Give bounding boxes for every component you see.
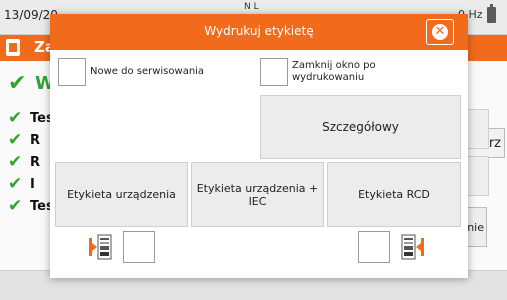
close-after-print-checkbox[interactable] [260, 58, 288, 86]
label-print-icon [401, 234, 424, 260]
list-item: ✔ R [8, 152, 41, 172]
device-iec-label-button[interactable]: Etykieta urządzenia + IEC [191, 162, 324, 227]
detailed-button[interactable]: Szczegółowy [260, 95, 461, 159]
status-nl: N L [244, 2, 259, 12]
left-label-checkbox[interactable] [123, 231, 155, 263]
print-label-dialog: Wydrukuj etykietę ✕ Nowe do serwisowania… [50, 14, 468, 278]
new-for-service-checkbox[interactable] [58, 58, 86, 86]
check-icon: ✔ [8, 108, 23, 128]
check-icon: ✔ [8, 174, 23, 194]
dialog-header: Wydrukuj etykietę ✕ [50, 14, 468, 50]
right-label-checkbox[interactable] [358, 231, 390, 263]
battery-icon [487, 4, 496, 23]
check-icon: ✔ [8, 130, 23, 150]
new-for-service-label: Nowe do serwisowania [90, 66, 205, 77]
close-circle-icon: ✕ [432, 24, 448, 40]
list-item: ✔ I [8, 174, 35, 194]
test-checklist: ✔ Tes ✔ R ✔ R ✔ I ✔ Tes [8, 107, 54, 217]
save-icon [6, 39, 20, 56]
list-item: ✔ Tes [8, 108, 54, 128]
dialog-title: Wydrukuj etykietę [204, 24, 314, 38]
check-icon: ✔ [8, 196, 23, 216]
label-print-icon [89, 234, 112, 260]
list-item: ✔ R [8, 130, 41, 150]
device-label-button[interactable]: Etykieta urządzenia [55, 162, 188, 227]
rcd-label-button[interactable]: Etykieta RCD [327, 162, 461, 227]
close-after-print-label: Zamknij okno po wydrukowaniu [292, 60, 376, 83]
list-item: ✔ Tes [8, 196, 54, 216]
check-icon: ✔ [8, 152, 23, 172]
close-button[interactable]: ✕ [426, 19, 454, 45]
pass-check-icon: ✔ [8, 71, 27, 96]
